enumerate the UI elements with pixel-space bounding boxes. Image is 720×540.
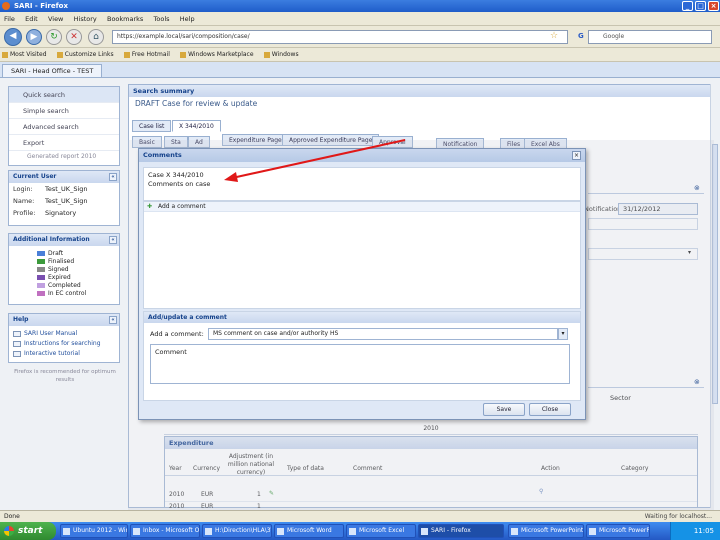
taskbar-item-6[interactable]: SARI - Firefox: [418, 524, 504, 538]
status-left: Done: [4, 513, 20, 520]
taskbar-item-1[interactable]: Ubuntu 2012 - Window...: [60, 524, 128, 538]
system-tray: 11:05: [670, 522, 720, 540]
taskbar-item-8[interactable]: Microsoft PowerPoint: [586, 524, 650, 538]
windows-logo-icon: [4, 526, 14, 536]
taskbar-item-7[interactable]: Microsoft PowerPoint: [508, 524, 584, 538]
start-button[interactable]: start: [0, 522, 56, 540]
status-bar: Done Waiting for localhost...: [0, 510, 720, 522]
status-right: Waiting for localhost...: [644, 513, 712, 520]
taskbar-item-5[interactable]: Microsoft Excel: [346, 524, 416, 538]
annotation-arrow: [224, 139, 406, 182]
arrow-line: [231, 139, 406, 179]
arrow-head: [224, 172, 238, 182]
taskbar-item-2[interactable]: Inbox - Microsoft Ou...: [130, 524, 200, 538]
windows-taskbar: start Ubuntu 2012 - Window... Inbox - Mi…: [0, 522, 720, 540]
taskbar-item-4[interactable]: Microsoft Word: [274, 524, 344, 538]
taskbar-item-3[interactable]: H:\Direction\HLA\3\...: [202, 524, 272, 538]
clock: 11:05: [693, 527, 714, 535]
